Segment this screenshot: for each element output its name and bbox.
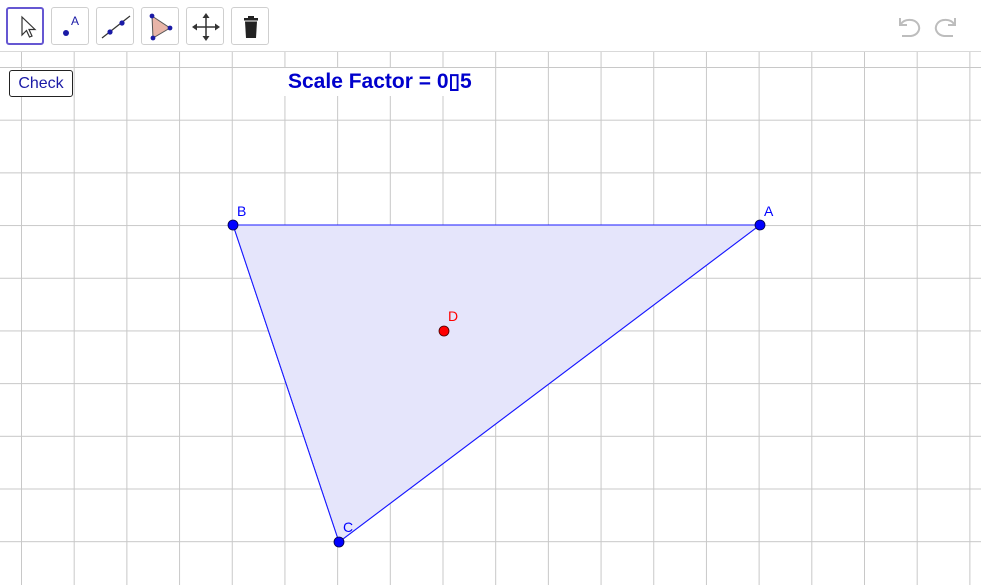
point-a[interactable] [754, 219, 766, 231]
geometry-layer: A B C D [227, 203, 774, 548]
label-d: D [448, 308, 458, 324]
label-c: C [343, 519, 353, 535]
label-b: B [237, 203, 246, 219]
point-c[interactable] [333, 536, 345, 548]
point-b[interactable] [227, 219, 239, 231]
check-button[interactable]: Check [9, 70, 73, 97]
triangle-abc[interactable] [232, 224, 762, 543]
label-a: A [764, 203, 774, 219]
point-d[interactable] [438, 325, 450, 337]
scale-factor-label: Scale Factor = 0▯5 [284, 68, 476, 96]
